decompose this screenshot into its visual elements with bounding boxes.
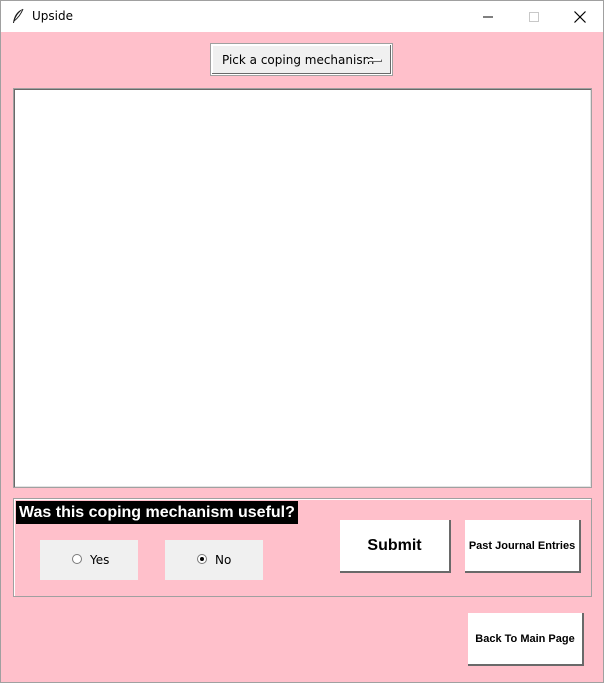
journal-text-area[interactable] bbox=[13, 88, 592, 488]
close-button[interactable] bbox=[557, 1, 603, 32]
past-journal-entries-button[interactable]: Past Journal Entries bbox=[465, 520, 581, 573]
coping-mechanism-dropdown[interactable]: Pick a coping mechanism bbox=[210, 43, 393, 76]
radio-no-label: No bbox=[215, 553, 232, 567]
radio-yes-label: Yes bbox=[90, 553, 110, 567]
minimize-icon bbox=[483, 16, 493, 17]
title-bar[interactable]: Upside bbox=[1, 1, 603, 32]
radio-circle-selected-icon bbox=[197, 554, 207, 564]
submit-button[interactable]: Submit bbox=[340, 520, 451, 573]
window-title: Upside bbox=[32, 9, 73, 23]
radio-dot-icon bbox=[200, 557, 204, 561]
app-window: Upside Pick a coping mechanism Was this … bbox=[0, 0, 604, 683]
dropdown-selected-value: Pick a coping mechanism bbox=[222, 53, 375, 67]
maximize-icon bbox=[529, 11, 539, 22]
close-icon bbox=[574, 10, 586, 23]
radio-circle-icon bbox=[72, 554, 82, 564]
radio-no[interactable]: No bbox=[165, 540, 263, 580]
radio-yes[interactable]: Yes bbox=[40, 540, 138, 580]
usefulness-question: Was this coping mechanism useful? bbox=[16, 501, 298, 524]
maximize-button[interactable] bbox=[511, 1, 557, 32]
minimize-button[interactable] bbox=[465, 1, 511, 32]
feather-icon bbox=[11, 8, 25, 24]
dropdown-indicator-icon bbox=[368, 59, 382, 62]
back-to-main-page-button[interactable]: Back To Main Page bbox=[468, 613, 584, 666]
